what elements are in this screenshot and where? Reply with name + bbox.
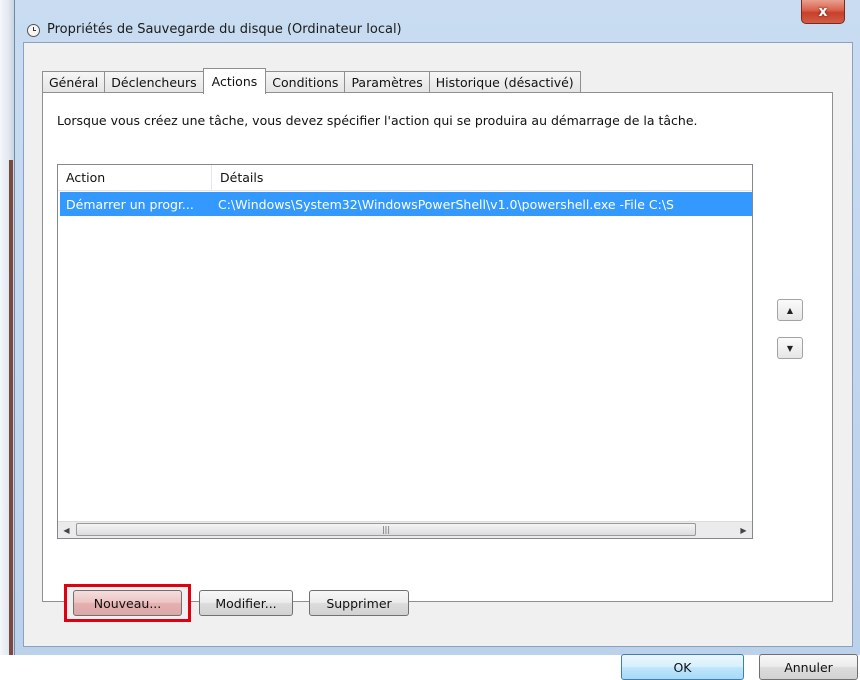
column-header-details[interactable]: Détails	[212, 165, 752, 190]
scroll-left-icon[interactable]: ◀	[58, 522, 75, 538]
background-window-bar	[9, 160, 13, 655]
arrow-down-icon: ▼	[786, 343, 794, 353]
delete-action-button[interactable]: Supprimer	[309, 590, 409, 616]
tab-actions[interactable]: Actions	[202, 68, 267, 94]
column-header-action[interactable]: Action	[58, 165, 212, 190]
tab-strip: Général Déclencheurs Actions Conditions …	[42, 68, 581, 94]
dialog-body: Général Déclencheurs Actions Conditions …	[23, 42, 858, 680]
task-properties-dialog: Propriétés de Sauvegarde du disque (Ordi…	[14, 0, 860, 680]
new-action-button[interactable]: Nouveau...	[73, 590, 182, 616]
highlight-frame: Nouveau...	[64, 584, 191, 622]
grip-icon: |||	[381, 525, 391, 534]
horizontal-scrollbar[interactable]: ◀ ||| ▶	[58, 521, 752, 538]
tab-triggers[interactable]: Déclencheurs	[104, 71, 204, 93]
arrow-up-icon: ▲	[786, 305, 794, 315]
scroll-right-icon[interactable]: ▶	[735, 522, 752, 538]
cancel-button[interactable]: Annuler	[759, 654, 858, 680]
ok-button[interactable]: OK	[621, 654, 744, 680]
row-details-cell: C:\Windows\System32\WindowsPowerShell\v1…	[218, 196, 674, 212]
close-icon: x	[818, 3, 828, 20]
title-bar[interactable]: Propriétés de Sauvegarde du disque (Ordi…	[15, 0, 860, 42]
tab-general[interactable]: Général	[42, 71, 106, 93]
edit-action-button[interactable]: Modifier...	[199, 590, 293, 616]
tab-settings[interactable]: Paramètres	[344, 71, 430, 93]
scrollbar-thumb[interactable]: |||	[76, 523, 696, 536]
background-window-edge	[0, 0, 14, 655]
actions-description: Lorsque vous créez une tâche, vous devez…	[57, 113, 698, 128]
list-row[interactable]: Démarrer un progr... C:\Windows\System32…	[60, 192, 752, 216]
actions-list[interactable]: Action Détails Démarrer un progr... C:\W…	[57, 164, 753, 539]
task-scheduler-clock-icon	[27, 24, 40, 37]
move-down-button[interactable]: ▼	[777, 337, 803, 359]
tab-history[interactable]: Historique (désactivé)	[428, 71, 581, 93]
actions-tab-page: Lorsque vous créez une tâche, vous devez…	[42, 92, 833, 602]
window-title: Propriétés de Sauvegarde du disque (Ordi…	[47, 22, 402, 37]
move-up-button[interactable]: ▲	[777, 299, 803, 321]
close-button[interactable]: x	[801, 0, 845, 24]
row-action-cell: Démarrer un progr...	[66, 196, 194, 212]
list-header: Action Détails	[58, 165, 752, 191]
tab-conditions[interactable]: Conditions	[265, 71, 346, 93]
